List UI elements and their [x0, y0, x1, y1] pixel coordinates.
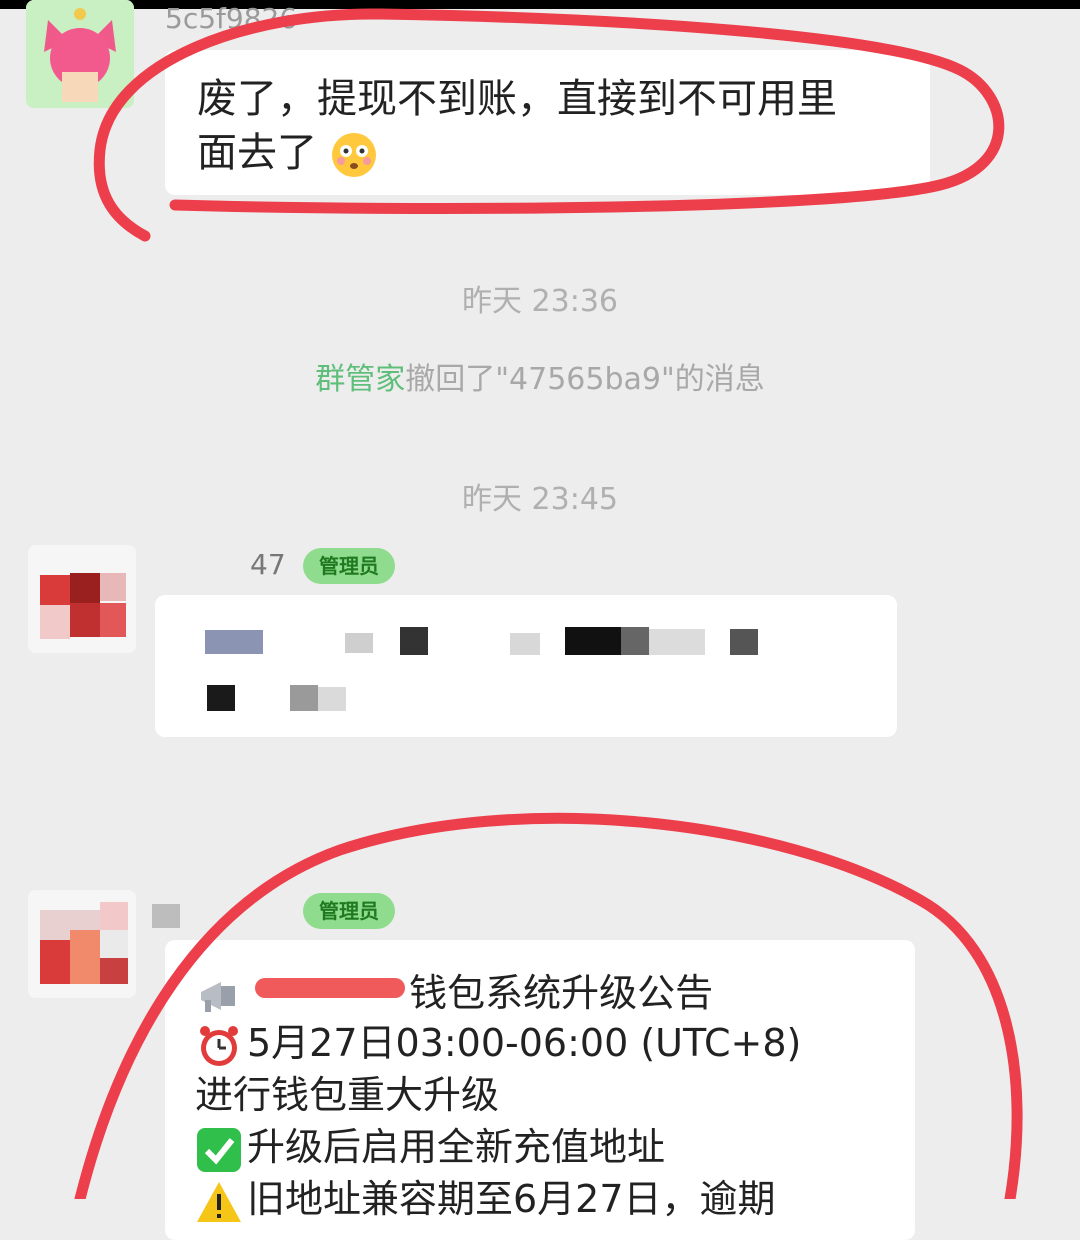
annotation-circle-top [93, 8, 1005, 242]
annotation-circle-bottom [74, 812, 1023, 1199]
annotation-overlay [74, 8, 1023, 1199]
